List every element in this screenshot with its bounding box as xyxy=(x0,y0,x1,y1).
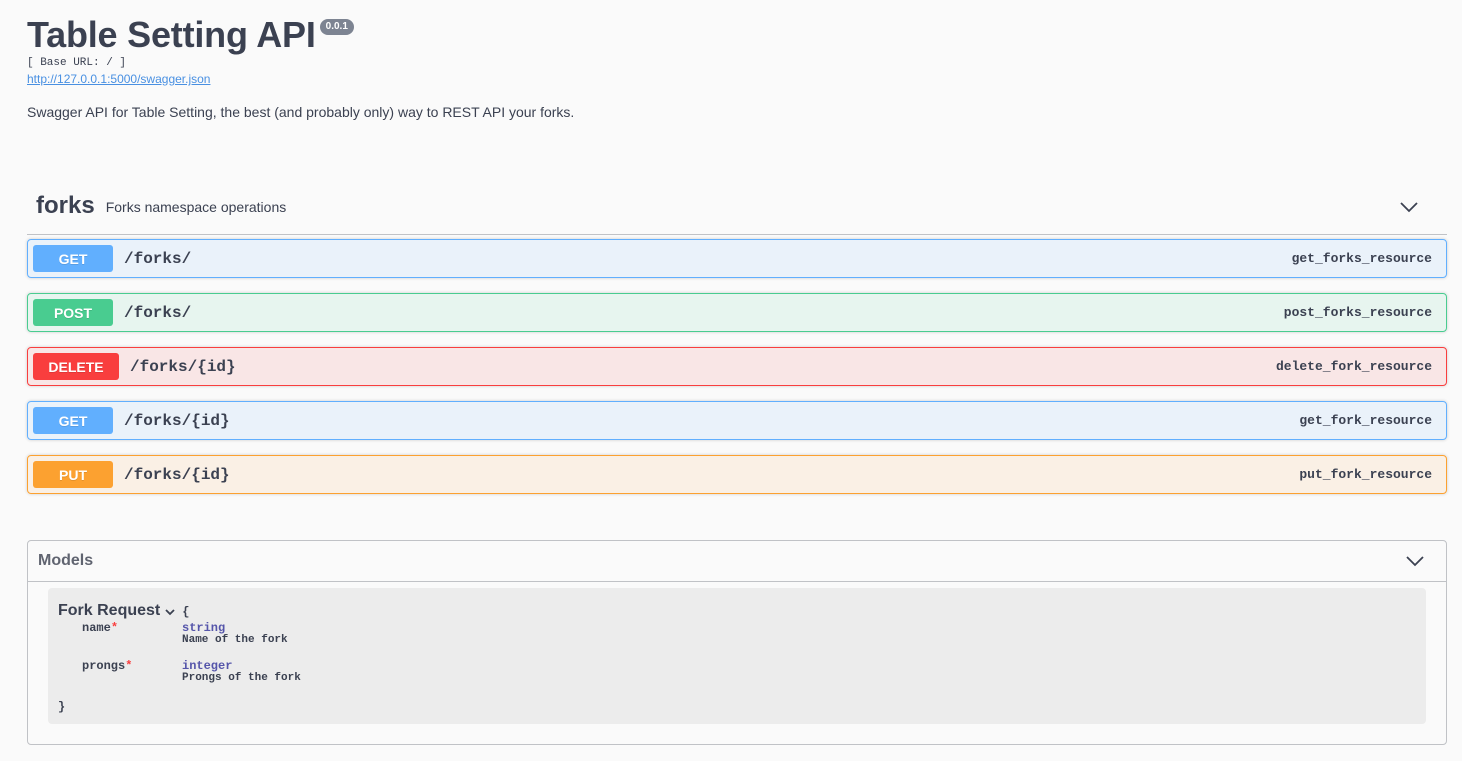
model-header[interactable]: Fork Request { xyxy=(58,602,189,620)
method-badge: DELETE xyxy=(33,353,119,380)
method-badge: GET xyxy=(33,407,113,434)
api-info: Table Setting API 0.0.1 [ Base URL: / ] … xyxy=(27,14,354,88)
version-badge: 0.0.1 xyxy=(319,19,354,35)
chevron-down-icon[interactable] xyxy=(1405,551,1425,571)
tag-description: Forks namespace operations xyxy=(105,199,287,215)
property-name-text: name xyxy=(82,621,111,635)
tag-forks-header[interactable]: forks Forks namespace operations xyxy=(27,178,1447,235)
operation-id: put_fork_resource xyxy=(1299,467,1432,482)
operation-id: post_forks_resource xyxy=(1283,305,1432,320)
property-name: prongs* xyxy=(82,659,132,673)
method-badge: GET xyxy=(33,245,113,272)
operation-put-fork[interactable]: PUT /forks/{id} put_fork_resource xyxy=(27,455,1447,494)
method-badge: POST xyxy=(33,299,113,326)
close-brace: } xyxy=(58,700,66,714)
chevron-down-icon[interactable] xyxy=(1399,197,1419,217)
operation-path: /forks/ xyxy=(124,249,192,268)
operation-get-forks[interactable]: GET /forks/ get_forks_resource xyxy=(27,239,1447,278)
operation-path: /forks/{id} xyxy=(130,357,236,376)
operation-get-fork[interactable]: GET /forks/{id} get_fork_resource xyxy=(27,401,1447,440)
model-fork-request: Fork Request { name* string Name of the … xyxy=(48,588,1426,724)
operation-post-forks[interactable]: POST /forks/ post_forks_resource xyxy=(27,293,1447,332)
property-type: string xyxy=(182,621,226,635)
chevron-down-icon[interactable] xyxy=(163,605,177,619)
api-description: Swagger API for Table Setting, the best … xyxy=(27,104,575,120)
base-url: [ Base URL: / ] xyxy=(27,57,127,69)
property-description: Name of the fork xyxy=(182,634,288,646)
property-name: name* xyxy=(82,621,118,635)
operation-delete-fork[interactable]: DELETE /forks/{id} delete_fork_resource xyxy=(27,347,1447,386)
operation-id: get_fork_resource xyxy=(1299,413,1432,428)
required-mark: * xyxy=(125,659,133,673)
swagger-json-link[interactable]: http://127.0.0.1:5000/swagger.json xyxy=(27,72,210,86)
model-name[interactable]: Fork Request xyxy=(58,602,160,620)
title-row: Table Setting API 0.0.1 xyxy=(27,14,354,56)
property-description: Prongs of the fork xyxy=(182,672,301,684)
open-brace: { xyxy=(182,605,190,619)
page-title: Table Setting API xyxy=(27,14,316,55)
operation-id: get_forks_resource xyxy=(1291,251,1432,266)
operation-path: /forks/{id} xyxy=(124,465,230,484)
operation-path: /forks/{id} xyxy=(124,411,230,430)
property-type: integer xyxy=(182,659,233,673)
method-badge: PUT xyxy=(33,461,113,488)
models-title: Models xyxy=(38,552,94,569)
tag-name: forks xyxy=(36,192,95,219)
operation-id: delete_fork_resource xyxy=(1275,359,1432,374)
models-header[interactable]: Models xyxy=(28,541,1446,582)
operation-path: /forks/ xyxy=(124,303,192,322)
property-name-text: prongs xyxy=(82,659,126,673)
required-mark: * xyxy=(110,621,119,635)
models-section: Models Fork Request { name* string Name … xyxy=(27,540,1447,745)
